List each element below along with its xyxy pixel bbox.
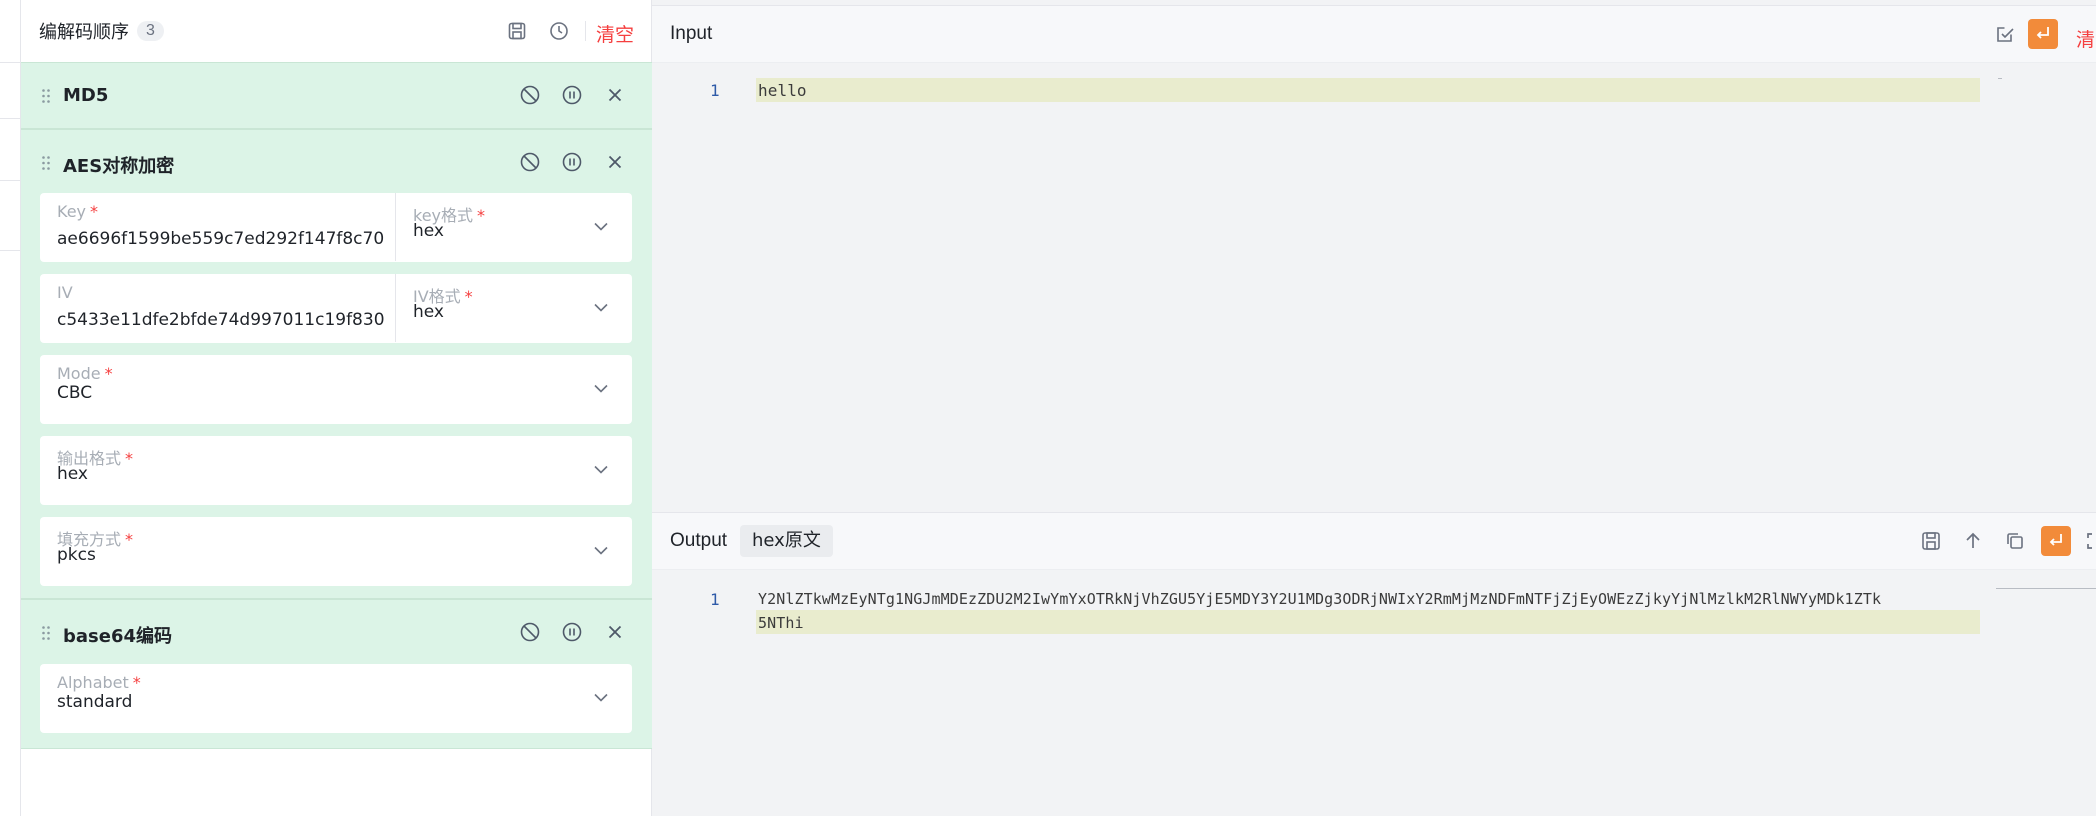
close-icon[interactable] (604, 84, 628, 108)
clear-input-button[interactable]: 清 (2076, 25, 2095, 52)
chevron-down-icon (592, 541, 610, 559)
left-gutter (0, 0, 21, 816)
current-line-highlight (756, 78, 1980, 102)
app-window: 编解码顺序 3 清空 MD5 AES对称加密 Key * ae6696f1599… (0, 0, 2096, 816)
iv-format-select[interactable]: IV格式 * hex (396, 274, 632, 343)
operation-header: MD5 (21, 63, 652, 129)
ban-icon[interactable] (519, 84, 543, 108)
drag-handle-icon[interactable] (41, 155, 51, 171)
fullscreen-icon[interactable] (2084, 530, 2096, 554)
output-text-line1: Y2NlZTkwMzEyNTg1NGJmMDEzZDU2M2IwYmYxOTRk… (758, 590, 1882, 608)
alphabet-select[interactable]: Alphabet * standard (40, 664, 632, 733)
ban-icon[interactable] (519, 151, 543, 175)
drag-handle-icon[interactable] (41, 88, 51, 104)
mode-label: Mode * (57, 364, 113, 383)
input-text: hello (758, 81, 807, 100)
upload-icon[interactable] (1962, 530, 1986, 554)
key-label: Key * (57, 202, 99, 221)
iv-input[interactable]: IV c5433e11dfe2bfde74d997011c19f830 (40, 274, 395, 343)
input-title: Input (670, 23, 713, 44)
output-editor[interactable]: 1 Y2NlZTkwMzEyNTg1NGJmMDEzZDU2M2IwYmYxOT… (652, 570, 2096, 816)
padding-value: pkcs (57, 545, 96, 565)
key-format-value: hex (413, 221, 444, 241)
pause-icon[interactable] (561, 621, 585, 645)
drag-handle-icon[interactable] (41, 625, 51, 641)
chevron-down-icon (592, 688, 610, 706)
operation-name: base64编码 (63, 626, 173, 647)
chevron-down-icon (592, 379, 610, 397)
pause-icon[interactable] (561, 84, 585, 108)
operation-card-base64: base64编码 Alphabet * standard (21, 599, 652, 749)
mode-value: CBC (57, 383, 93, 403)
current-line-highlight (756, 610, 1980, 634)
ban-icon[interactable] (519, 621, 543, 645)
close-icon[interactable] (604, 151, 628, 175)
recipe-chain-panel: 编解码顺序 3 清空 MD5 AES对称加密 Key * ae6696f1599… (21, 0, 652, 816)
minimap (1998, 78, 2002, 79)
input-header: Input 清 (652, 5, 2096, 63)
wrap-icon[interactable] (2028, 19, 2058, 49)
key-input[interactable]: Key * ae6696f1599be559c7ed292f147f8c70 (40, 193, 395, 262)
operation-header: AES对称加密 (21, 130, 652, 196)
output-title: Output (670, 530, 728, 551)
save-icon[interactable] (1920, 530, 1944, 554)
operation-name: AES对称加密 (63, 156, 175, 177)
operation-card-aes: AES对称加密 Key * ae6696f1599be559c7ed292f147… (21, 129, 652, 599)
key-format-select[interactable]: key格式 * hex (396, 193, 632, 262)
editor-area: Input 清 1 hello Output hex原文 1 Y2NlZTkwM… (652, 0, 2096, 816)
output-format-value: hex (57, 464, 88, 484)
operation-header: base64编码 (21, 600, 652, 666)
output-header: Output hex原文 (652, 512, 2096, 570)
padding-select[interactable]: 填充方式 * pkcs (40, 517, 632, 586)
save-icon[interactable] (505, 19, 529, 43)
wrap-icon[interactable] (2041, 526, 2071, 556)
clock-icon[interactable] (547, 19, 571, 43)
chevron-down-icon (592, 298, 610, 316)
gutter-divider (0, 62, 20, 63)
clear-chain-button[interactable]: 清空 (596, 20, 634, 47)
minimap (1996, 588, 2096, 589)
copy-icon[interactable] (2004, 530, 2028, 554)
chevron-down-icon (592, 217, 610, 235)
chain-title: 编解码顺序 (39, 22, 129, 43)
mode-select[interactable]: Mode * CBC (40, 355, 632, 424)
iv-label: IV (57, 283, 73, 302)
pause-icon[interactable] (561, 151, 585, 175)
line-number: 1 (710, 81, 720, 100)
output-format-tag[interactable]: hex原文 (740, 525, 833, 557)
key-field-group: Key * ae6696f1599be559c7ed292f147f8c70 ke… (40, 193, 632, 262)
chain-count-badge: 3 (137, 21, 164, 41)
chevron-down-icon (592, 460, 610, 478)
gutter-divider (0, 180, 20, 181)
line-number: 1 (710, 590, 720, 609)
operation-name: MD5 (63, 85, 109, 106)
check-edit-icon[interactable] (1994, 23, 2018, 47)
iv-value: c5433e11dfe2bfde74d997011c19f830 (57, 310, 385, 330)
output-text-line2: 5NThi (758, 614, 804, 632)
output-format-select[interactable]: 输出格式 * hex (40, 436, 632, 505)
gutter-divider (0, 250, 20, 251)
iv-format-value: hex (413, 302, 444, 322)
operation-card-md5: MD5 (21, 62, 652, 129)
alphabet-label: Alphabet * (57, 673, 141, 692)
close-icon[interactable] (604, 621, 628, 645)
header-separator (585, 21, 586, 41)
alphabet-value: standard (57, 692, 133, 712)
key-value: ae6696f1599be559c7ed292f147f8c70 (57, 229, 385, 249)
input-editor[interactable]: 1 hello (652, 63, 2096, 511)
gutter-divider (0, 118, 20, 119)
iv-field-group: IV c5433e11dfe2bfde74d997011c19f830 IV格式… (40, 274, 632, 343)
